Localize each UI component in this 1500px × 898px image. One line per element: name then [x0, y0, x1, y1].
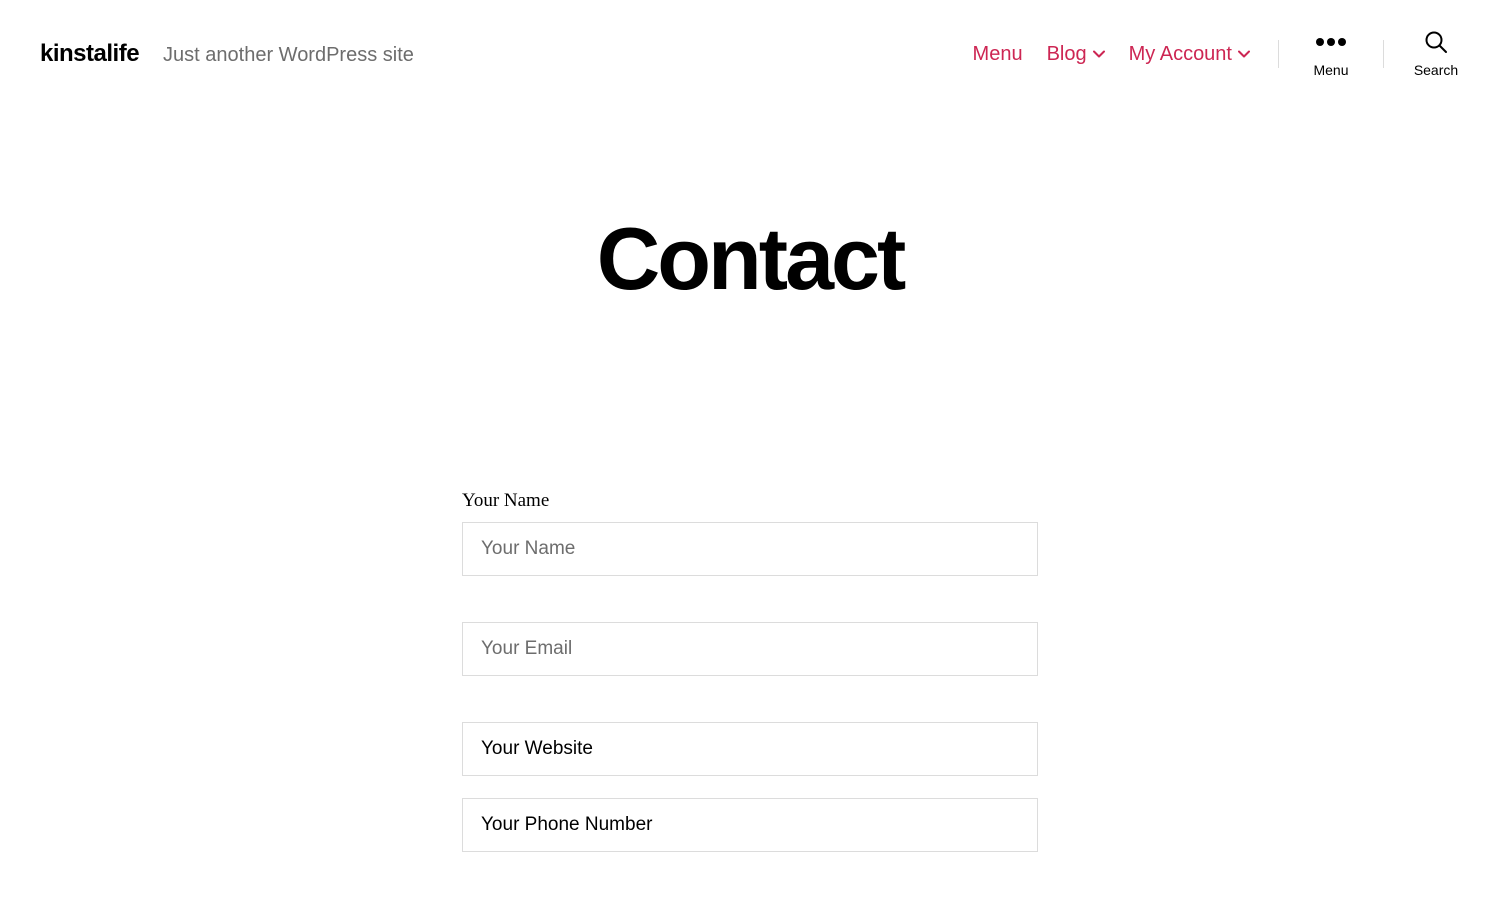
contact-form: Your Name [452, 490, 1048, 898]
search-icon [1424, 30, 1448, 54]
site-title[interactable]: kinstalife [40, 40, 139, 68]
header-left: kinstalife Just another WordPress site [40, 40, 414, 68]
dots-icon [1316, 30, 1346, 54]
nav-item-blog[interactable]: Blog [1047, 43, 1105, 66]
phone-input[interactable] [462, 798, 1038, 852]
nav-item-my-account[interactable]: My Account [1129, 43, 1250, 66]
name-label: Your Name [462, 490, 1038, 512]
nav-item-label: My Account [1129, 43, 1232, 66]
search-button-label: Search [1414, 62, 1458, 78]
primary-nav: Menu Blog My Account [973, 43, 1250, 66]
search-button[interactable]: Search [1412, 30, 1460, 78]
site-tagline: Just another WordPress site [163, 44, 414, 67]
nav-item-label: Blog [1047, 43, 1087, 66]
menu-button-label: Menu [1313, 62, 1348, 78]
email-input[interactable] [462, 622, 1038, 676]
divider [1278, 40, 1279, 68]
name-input[interactable] [462, 522, 1038, 576]
chevron-down-icon [1093, 48, 1105, 60]
header-right: Menu Blog My Account [973, 30, 1460, 78]
website-input[interactable] [462, 722, 1038, 776]
site-header: kinstalife Just another WordPress site M… [0, 0, 1500, 108]
menu-button[interactable]: Menu [1307, 30, 1355, 78]
page-title: Contact [0, 208, 1500, 310]
chevron-down-icon [1238, 48, 1250, 60]
divider [1383, 40, 1384, 68]
nav-item-menu[interactable]: Menu [973, 43, 1023, 66]
nav-item-label: Menu [973, 43, 1023, 66]
